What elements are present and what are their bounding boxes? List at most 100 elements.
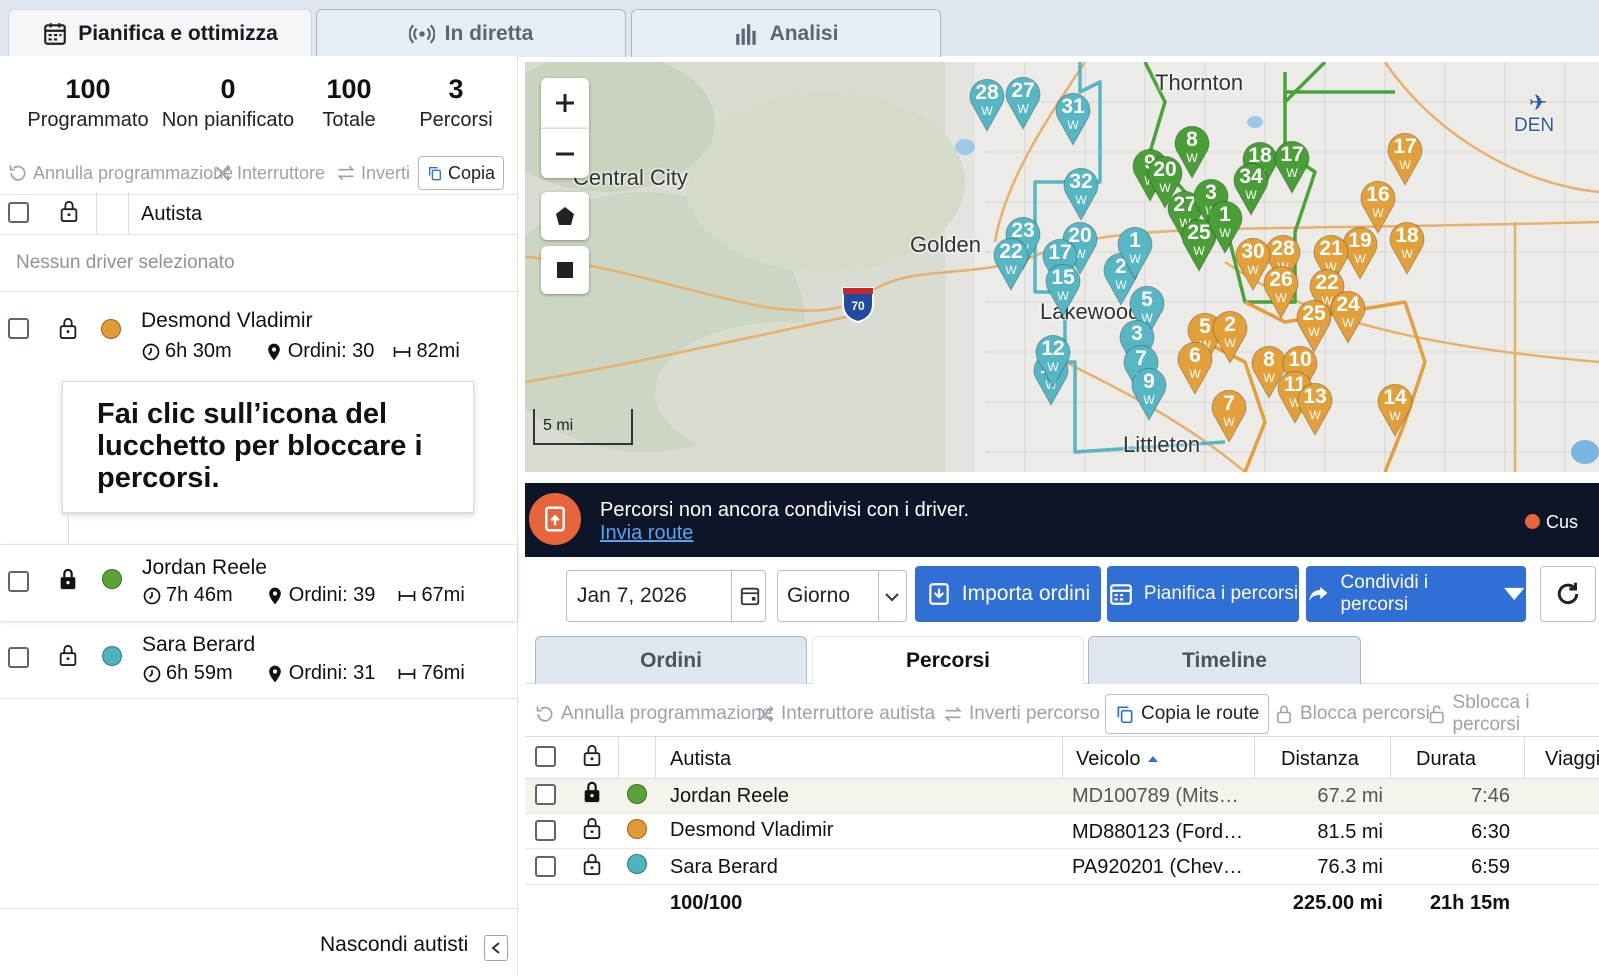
tab-analisi[interactable]: Analisi <box>631 9 941 57</box>
copy-routes-button[interactable]: Copia le route <box>1105 694 1270 734</box>
map-pin-orange[interactable]: 2W <box>1211 308 1249 365</box>
banner-right-text: Cus <box>1546 512 1579 532</box>
zoom-in-button[interactable] <box>541 78 589 128</box>
tab-in-diretta[interactable]: In diretta <box>316 9 626 57</box>
row-duration: 7:46 <box>1471 784 1510 807</box>
refresh-button[interactable] <box>1540 566 1596 622</box>
map-pin-orange[interactable]: 14 W <box>1376 381 1414 438</box>
locked-icon[interactable] <box>57 567 79 591</box>
tab-timeline[interactable]: Timeline <box>1088 636 1361 684</box>
collapse-panel-button[interactable] <box>484 935 508 961</box>
row-checkbox[interactable] <box>535 820 556 841</box>
hide-drivers-label[interactable]: Nascondi autisti <box>320 933 468 957</box>
clock-icon <box>143 587 161 604</box>
route-map[interactable]: 70 ✈ Thornton Central City Golden Lakewo… <box>525 62 1599 472</box>
switch-button[interactable]: Interruttore <box>212 156 325 190</box>
lock-routes-button[interactable]: Blocca percorsi <box>1274 694 1430 734</box>
copy-button[interactable]: Copia <box>418 156 504 190</box>
driver-distance: 67mi <box>421 584 465 606</box>
tab-label: Analisi <box>769 21 839 45</box>
column-header-duration[interactable]: Durata <box>1416 740 1476 778</box>
map-pin-teal[interactable]: 12 W <box>1034 332 1072 389</box>
tab-percorsi[interactable]: Percorsi <box>812 636 1084 684</box>
import-orders-button[interactable]: Importa ordini <box>915 566 1101 622</box>
map-pin-orange[interactable]: 13 W <box>1296 380 1334 437</box>
select-all-checkbox[interactable] <box>8 202 29 223</box>
share-label: Condividi i percorsi <box>1340 572 1429 615</box>
driver-meta: 7h 46m Ordini: 39 67mi <box>142 584 465 607</box>
driver-checkbox[interactable] <box>8 571 29 592</box>
clock-icon <box>142 343 160 360</box>
driver-checkbox[interactable] <box>8 647 29 668</box>
column-header-driver[interactable]: Autista <box>670 740 731 778</box>
rectangle-select-button[interactable] <box>541 246 589 294</box>
map-pin-teal[interactable]: 22 W <box>992 235 1030 292</box>
total-orders: 100/100 <box>670 891 743 914</box>
send-routes-link[interactable]: Invia route <box>600 522 693 545</box>
pin-icon <box>267 343 280 360</box>
calendar-icon <box>740 587 760 606</box>
tab-ordini[interactable]: Ordini <box>535 636 807 684</box>
unlocked-icon[interactable] <box>57 643 79 667</box>
zoom-out-button[interactable] <box>541 128 589 178</box>
broadcast-icon <box>408 24 435 43</box>
driver-meta: 6h 59m Ordini: 31 76mi <box>142 662 465 685</box>
stat-unscheduled: 0 Non pianificato <box>158 74 298 132</box>
square-icon <box>557 262 573 278</box>
row-checkbox[interactable] <box>535 784 556 805</box>
column-header-trips[interactable]: Viaggi <box>1545 740 1599 778</box>
unlocked-icon[interactable] <box>57 316 79 340</box>
map-pin-teal[interactable]: 15 W <box>1044 261 1082 318</box>
reverse-button[interactable]: Inverti <box>336 156 410 190</box>
unlock-routes-button[interactable]: Sblocca i percorsi <box>1427 692 1599 735</box>
polygon-select-button[interactable] <box>541 192 589 240</box>
plan-routes-button[interactable]: Pianifica i percorsi <box>1107 566 1299 622</box>
unlocked-icon[interactable] <box>581 816 603 840</box>
row-duration: 6:30 <box>1471 820 1510 843</box>
map-pin-orange[interactable]: 6W <box>1176 339 1214 396</box>
map-pin-orange[interactable]: 18 W <box>1388 219 1426 276</box>
map-pin-green[interactable]: 17 W <box>1273 138 1311 195</box>
chevron-left-icon <box>491 942 500 954</box>
driver-checkbox[interactable] <box>8 318 29 339</box>
route-color-dot <box>627 784 647 804</box>
tab-pianifica[interactable]: Pianifica e ottimizza <box>8 9 312 57</box>
undo-label: Annulla programmazione <box>33 162 234 183</box>
banner-message: Percorsi non ancora condivisi con i driv… <box>600 499 970 521</box>
driver-distance: 76mi <box>421 662 465 684</box>
undo-schedule-button[interactable]: Annulla programmazione <box>8 156 233 190</box>
lock-header-icon <box>583 744 601 766</box>
period-value: Giorno <box>787 584 851 607</box>
lock-icon <box>1277 705 1291 724</box>
row-distance: 81.5 mi <box>1317 820 1383 843</box>
undo-schedule-button[interactable]: Annulla programmazione <box>535 694 772 734</box>
unlocked-icon[interactable] <box>581 852 603 876</box>
share-routes-button[interactable]: Condividi i percorsi <box>1306 566 1526 622</box>
map-pin-teal[interactable]: 31 W <box>1054 90 1092 147</box>
row-vehicle: MD880123 (Ford… <box>1072 820 1244 843</box>
map-pin-teal[interactable]: 27 W <box>1004 74 1042 131</box>
map-pin-orange[interactable]: 7W <box>1210 387 1248 444</box>
plus-icon <box>556 94 574 112</box>
sort-ascending-icon <box>1147 756 1158 762</box>
map-pin-teal[interactable]: 9W <box>1130 365 1168 422</box>
column-header-distance[interactable]: Distanza <box>1281 740 1359 778</box>
switch-driver-button[interactable]: Interruttore autista <box>755 694 935 734</box>
driver-name: Jordan Reele <box>142 556 267 579</box>
place-label: Golden <box>910 232 981 257</box>
row-driver: Sara Berard <box>670 855 778 878</box>
locked-icon[interactable] <box>581 780 603 804</box>
map-pin-teal[interactable]: 28 W <box>968 76 1006 133</box>
date-picker[interactable]: Jan 7, 2026 <box>566 570 766 622</box>
column-header-vehicle[interactable]: Veicolo <box>1076 740 1159 778</box>
reverse-route-button[interactable]: Inverti percorso <box>943 694 1100 734</box>
map-pin-teal[interactable]: 1W <box>1116 224 1154 281</box>
tab-label: Pianifica e ottimizza <box>78 21 278 45</box>
row-checkbox[interactable] <box>535 856 556 877</box>
driver-orders: Ordini: 30 <box>287 340 375 362</box>
map-pin-orange[interactable]: 24 W <box>1329 288 1367 345</box>
map-pin-teal[interactable]: 32 W <box>1062 165 1100 222</box>
select-all-routes-checkbox[interactable] <box>535 746 556 767</box>
period-select[interactable]: Giorno <box>777 570 907 622</box>
date-value: Jan 7, 2026 <box>577 584 687 607</box>
